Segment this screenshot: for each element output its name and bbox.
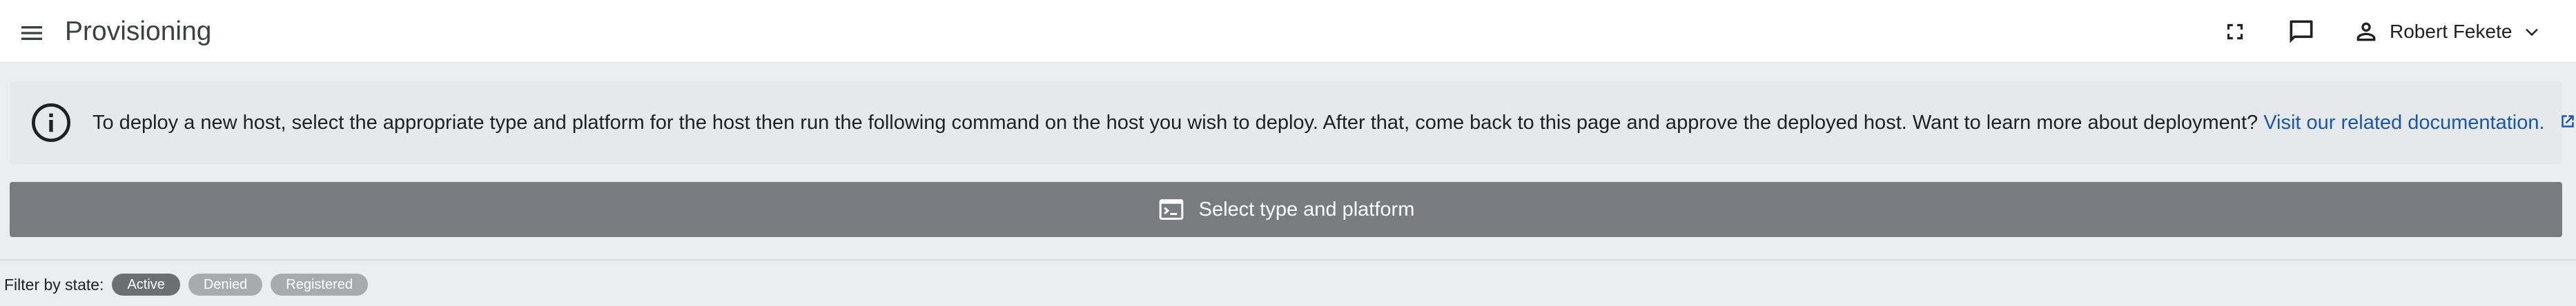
fullscreen-button[interactable] [2213, 10, 2257, 54]
user-menu[interactable]: Robert Fekete [2352, 12, 2542, 51]
info-icon [31, 103, 71, 143]
select-type-platform-label: Select type and platform [1198, 198, 1415, 221]
user-name: Robert Fekete [2390, 21, 2512, 42]
hamburger-menu-icon [21, 26, 42, 40]
top-app-bar: Provisioning Robert Fekete [0, 0, 2576, 63]
terminal-icon [1159, 199, 1183, 220]
divider [0, 259, 2576, 261]
page-title: Provisioning [65, 17, 212, 46]
state-filter: Filter by state: Active Denied Registere… [4, 273, 376, 296]
chat-bubble-icon [2290, 20, 2313, 43]
select-type-platform-button[interactable]: Select type and platform [10, 182, 2562, 237]
documentation-link[interactable]: Visit our related documentation. [2263, 112, 2576, 134]
filter-chip-registered[interactable]: Registered [271, 274, 369, 296]
fullscreen-icon [2227, 23, 2243, 40]
filter-label: Filter by state: [4, 275, 104, 294]
menu-button[interactable] [12, 14, 51, 52]
info-banner: To deploy a new host, select the appropr… [10, 81, 2574, 164]
chevron-down-icon [2526, 28, 2539, 37]
person-icon [2357, 22, 2376, 41]
filter-chip-active[interactable]: Active [112, 274, 180, 296]
info-message: To deploy a new host, select the appropr… [92, 112, 2258, 134]
documentation-link-label: Visit our related documentation. [2263, 112, 2545, 134]
feedback-button[interactable] [2279, 10, 2323, 54]
info-text-container: To deploy a new host, select the appropr… [92, 110, 2576, 135]
filter-chip-denied[interactable]: Denied [188, 274, 263, 296]
external-link-icon [2561, 115, 2574, 127]
